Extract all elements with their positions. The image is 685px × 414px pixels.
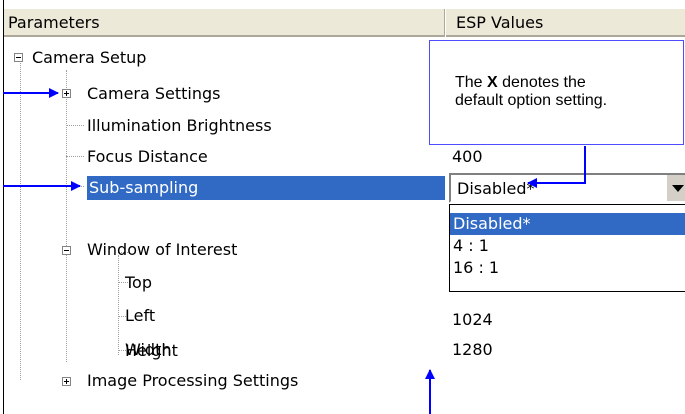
annotation-arrows [3, 88, 586, 414]
arrow-to-default-option [527, 146, 586, 188]
